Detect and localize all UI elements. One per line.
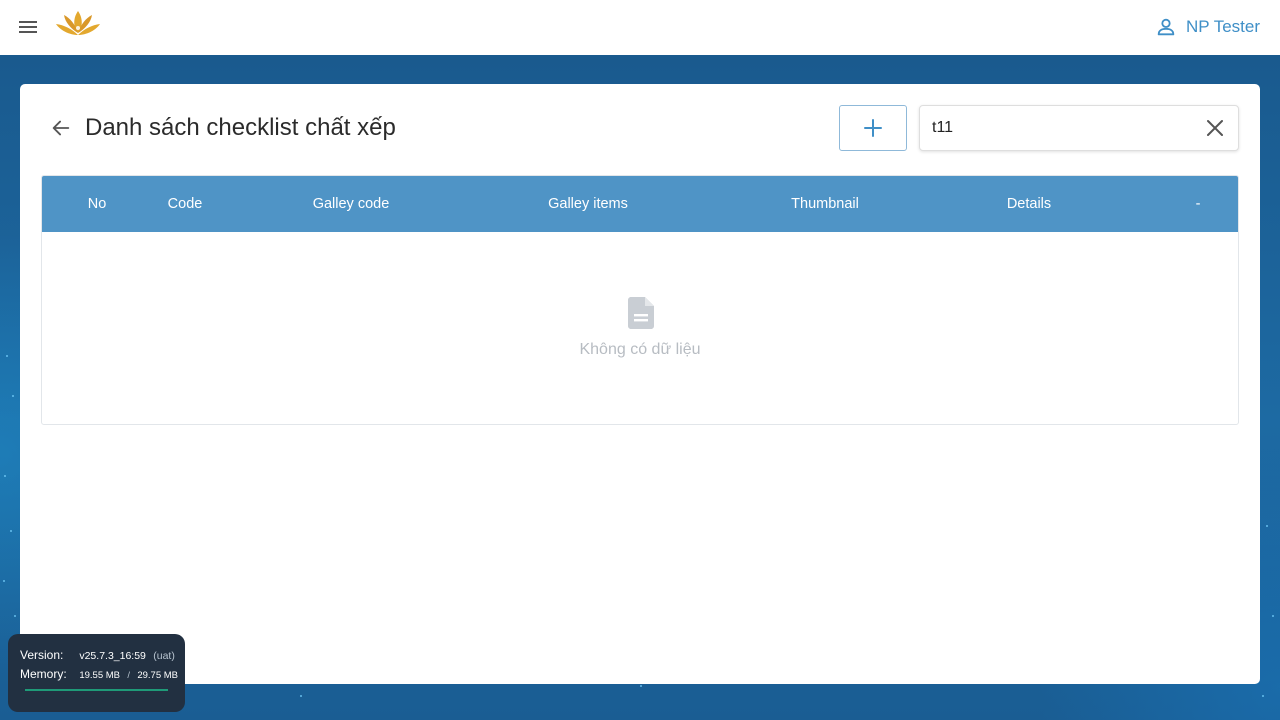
user-menu[interactable]: NP Tester xyxy=(1155,16,1260,38)
page-title: Danh sách checklist chất xếp xyxy=(85,114,396,141)
background-dot xyxy=(1266,525,1268,527)
background-dot xyxy=(1272,615,1274,617)
background-dot xyxy=(1262,695,1264,697)
memory-used: 19.55 MB xyxy=(79,670,121,681)
background-dot xyxy=(10,530,12,532)
hamburger-menu-icon[interactable] xyxy=(18,18,40,38)
document-icon xyxy=(628,297,654,329)
version-row: Version: v25.7.3_16:59 (uat) xyxy=(20,648,175,662)
version-label: Version: xyxy=(20,648,64,662)
plus-icon xyxy=(864,119,882,137)
version-value: v25.7.3_16:59 xyxy=(79,650,146,662)
search-box xyxy=(919,105,1239,151)
person-icon xyxy=(1157,18,1175,36)
background-dot xyxy=(640,685,642,687)
background-dot xyxy=(300,695,302,697)
user-name: NP Tester xyxy=(1185,17,1260,36)
lotus-logo[interactable] xyxy=(54,8,102,40)
top-app-bar: NP Tester xyxy=(0,0,1280,55)
column-header-no[interactable]: No xyxy=(88,196,107,212)
memory-row: Memory: 19.55 MB / 29.75 MB xyxy=(20,667,178,681)
column-header-galley-items[interactable]: Galley items xyxy=(548,196,628,212)
add-button[interactable] xyxy=(839,105,907,151)
checklist-table: No Code Galley code Galley items Thumbna… xyxy=(41,175,1239,425)
table-header: No Code Galley code Galley items Thumbna… xyxy=(42,176,1238,232)
column-header-actions[interactable]: - xyxy=(1196,196,1201,212)
background-dot xyxy=(6,355,8,357)
column-header-galley-code[interactable]: Galley code xyxy=(313,196,390,212)
background-dot xyxy=(14,615,16,617)
column-header-thumbnail[interactable]: Thumbnail xyxy=(791,196,859,212)
background-dot xyxy=(4,475,6,477)
memory-label: Memory: xyxy=(20,667,67,681)
background-dot xyxy=(3,580,5,582)
version-env: (uat) xyxy=(153,650,175,662)
memory-separator: / xyxy=(127,670,130,681)
arrow-left-icon[interactable] xyxy=(50,117,72,139)
column-header-code[interactable]: Code xyxy=(168,196,203,212)
column-header-details[interactable]: Details xyxy=(1007,196,1051,212)
memory-total: 29.75 MB xyxy=(137,670,179,681)
search-input[interactable] xyxy=(932,106,1192,150)
empty-state: Không có dữ liệu xyxy=(42,232,1238,424)
close-icon[interactable] xyxy=(1206,119,1224,137)
content-card: Danh sách checklist chất xếp No Code Gal… xyxy=(20,84,1260,684)
memory-bar xyxy=(25,689,168,691)
version-info-panel: Version: v25.7.3_16:59 (uat) Memory: 19.… xyxy=(8,634,185,712)
empty-state-text: Không có dữ liệu xyxy=(579,341,701,358)
background-dot xyxy=(12,395,14,397)
